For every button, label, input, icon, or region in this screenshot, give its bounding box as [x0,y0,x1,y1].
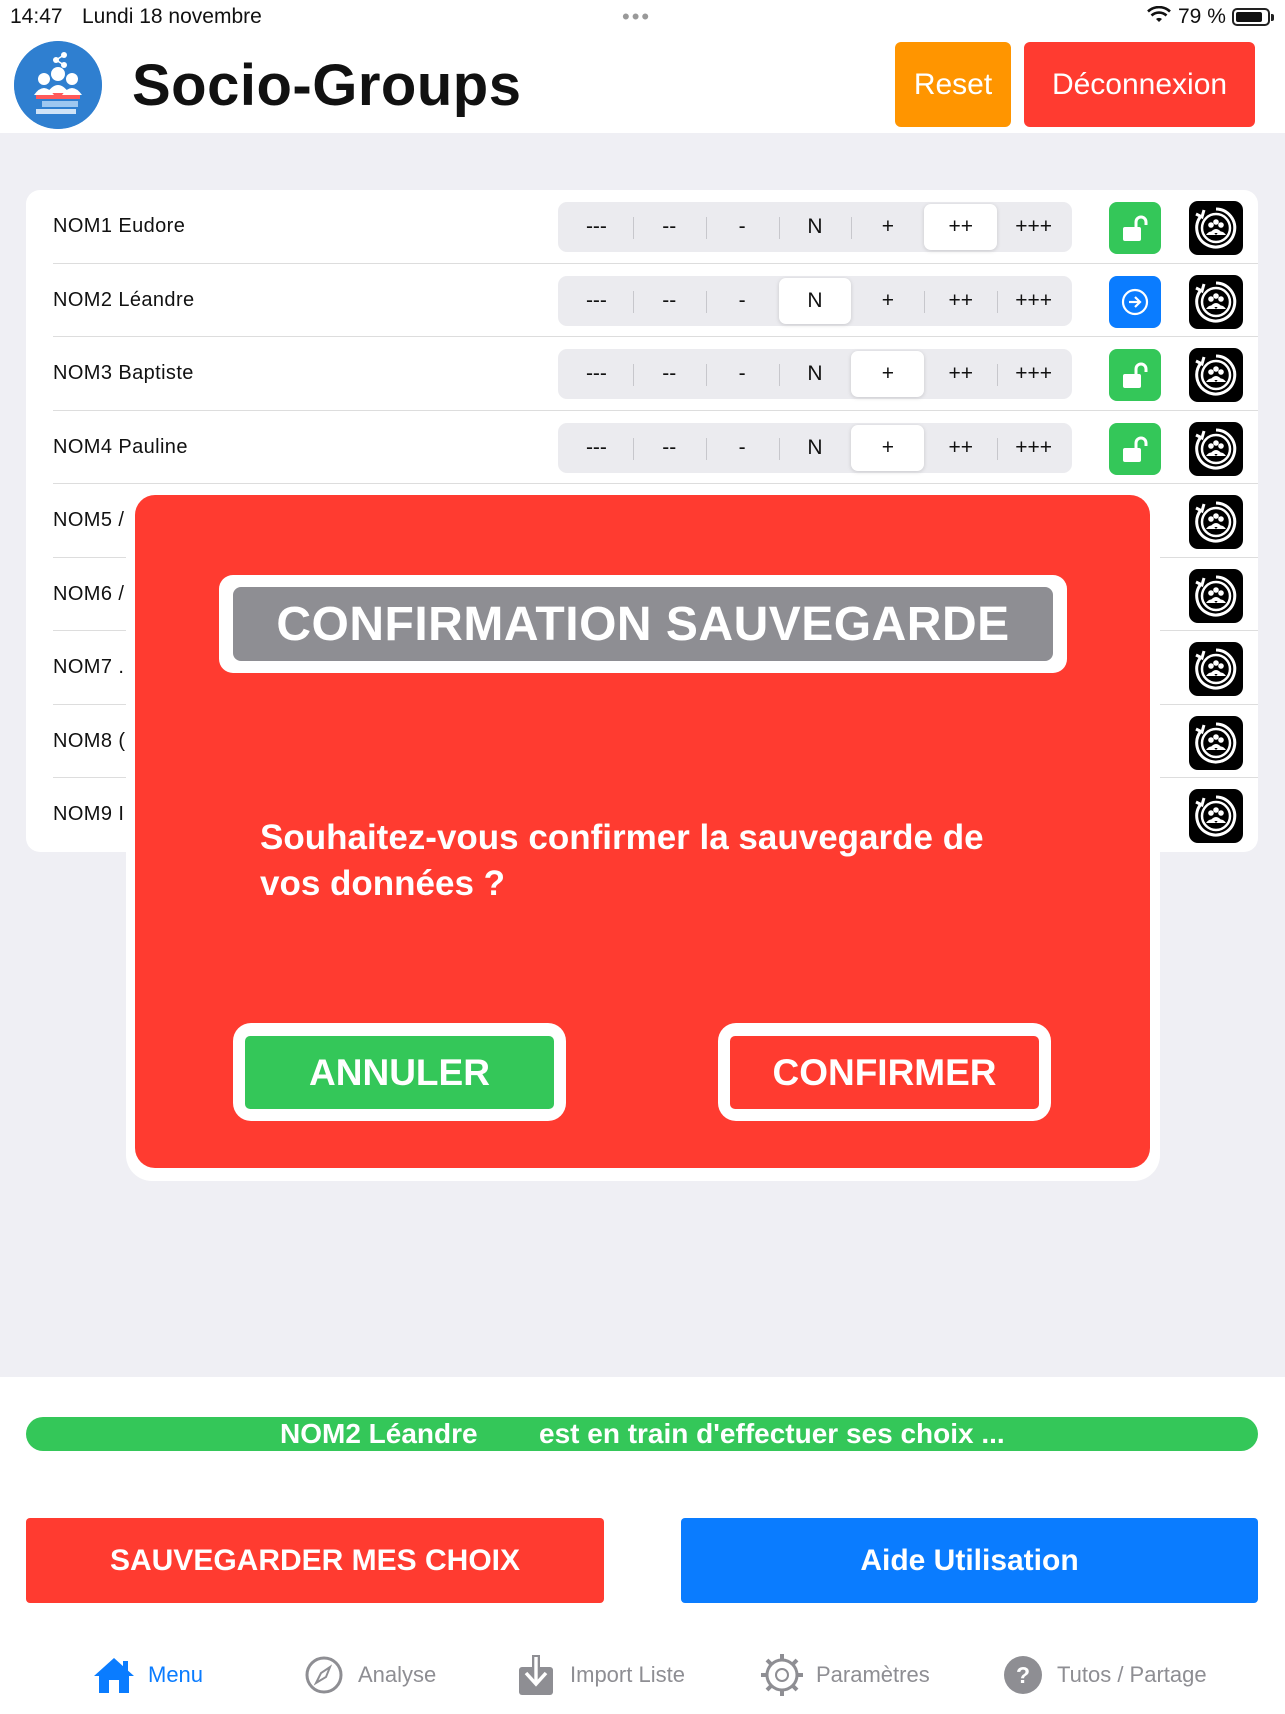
tab-label: Paramètres [816,1662,930,1687]
rating-segmented-control[interactable]: --- -- - N + ++ +++ [558,202,1072,252]
rating-option[interactable]: -- [632,351,706,397]
rating-option[interactable]: + [851,351,925,397]
rating-option[interactable]: - [705,425,779,471]
student-name: NOM9 I [53,803,125,825]
question-icon: ? [1001,1653,1045,1697]
rating-option[interactable]: -- [632,204,706,250]
rating-option[interactable]: N [778,351,852,397]
unlock-icon[interactable] [1109,422,1161,475]
rating-option[interactable]: +++ [997,204,1070,250]
help-button[interactable]: Aide Utilisation [681,1518,1258,1603]
status-bar: 14:47 Lundi 18 novembre ••• 79 % [0,0,1285,34]
rating-option[interactable]: --- [560,351,633,397]
tab-parametres[interactable]: Paramètres [760,1650,930,1700]
student-name: NOM5 / [53,509,125,531]
group-rotate-icon[interactable] [1189,789,1243,843]
student-row: NOM3 Baptiste --- -- - N + ++ +++ [26,337,1258,411]
rating-option[interactable]: +++ [997,425,1070,471]
home-icon [92,1653,136,1697]
reset-button[interactable]: Reset [895,42,1011,127]
confirm-save-dialog: CONFIRMATION SAUVEGARDE Souhaitez-vous c… [135,495,1150,1168]
tab-import-liste[interactable]: Import Liste [514,1650,685,1700]
current-student-name: NOM2 Léandre [280,1418,478,1449]
rating-option[interactable]: +++ [997,351,1070,397]
rating-option[interactable]: -- [632,278,706,324]
rating-option[interactable]: - [705,204,779,250]
tab-label: Menu [148,1662,204,1687]
tab-tutos-partage[interactable]: ? Tutos / Partage [1001,1650,1207,1700]
rating-option[interactable]: + [851,278,924,324]
rating-option[interactable]: --- [560,204,633,250]
group-rotate-icon[interactable] [1189,201,1243,255]
student-row: NOM1 Eudore --- -- - N + ++ +++ [26,190,1258,264]
group-rotate-icon[interactable] [1189,274,1243,329]
unlock-icon[interactable] [1109,202,1161,254]
current-student-banner: NOM2 Léandre est en train d'effectuer se… [26,1417,1258,1451]
student-row: NOM4 Pauline --- -- - N + ++ +++ [26,411,1258,484]
app-title: Socio-Groups [132,53,522,118]
multitask-dots-icon[interactable]: ••• [622,4,651,30]
rating-segmented-control[interactable]: --- -- - N + ++ +++ [558,275,1072,326]
student-name: NOM6 / [53,582,125,605]
current-student-status: est en train d'effectuer ses choix ... [539,1418,1005,1449]
status-time: 14:47 [10,5,63,28]
rating-option[interactable]: + [851,424,925,471]
rating-option[interactable]: - [705,278,779,324]
student-name: NOM1 Eudore [53,215,186,237]
app-logo [14,41,102,129]
group-rotate-icon[interactable] [1189,568,1243,623]
gear-icon [760,1653,804,1697]
group-rotate-icon[interactable] [1189,495,1243,549]
tab-label: Import Liste [570,1662,685,1687]
rating-option[interactable]: + [851,204,924,250]
student-name: NOM7 . [53,656,125,678]
tab-analyse[interactable]: Analyse [302,1650,436,1700]
rating-option[interactable]: N [778,277,852,324]
rating-option[interactable]: --- [560,278,633,324]
group-rotate-icon[interactable] [1189,642,1243,696]
tab-menu[interactable]: Menu [92,1650,203,1700]
compass-icon [302,1653,346,1697]
group-rotate-icon[interactable] [1189,715,1243,770]
student-name: NOM8 ( [53,729,126,752]
battery-icon [1232,8,1274,26]
rating-option[interactable]: N [778,425,852,471]
student-name: NOM2 Léandre [53,288,195,311]
logout-button[interactable]: Déconnexion [1024,42,1255,127]
wifi-icon [1147,6,1171,22]
arrow-right-circle-icon[interactable] [1109,275,1161,328]
rating-option[interactable]: ++ [924,351,997,397]
cancel-button[interactable]: ANNULER [245,1036,554,1109]
modal-message: Souhaitez-vous confirmer la sauvegarde d… [260,818,984,903]
rating-segmented-control[interactable]: --- -- - N + ++ +++ [558,349,1072,399]
download-icon [514,1653,558,1697]
confirm-button[interactable]: CONFIRMER [730,1036,1039,1109]
rating-option[interactable]: +++ [997,278,1070,324]
rating-option[interactable]: ++ [924,425,997,471]
rating-option[interactable]: ++ [924,204,998,250]
group-rotate-icon[interactable] [1189,421,1243,476]
rating-option[interactable]: -- [632,425,706,471]
rating-option[interactable]: N [778,204,852,250]
rating-option[interactable]: --- [560,425,633,471]
student-name: NOM3 Baptiste [53,362,194,384]
svg-text:?: ? [1016,1662,1030,1688]
student-row: NOM2 Léandre --- -- - N + ++ +++ [26,264,1258,337]
tab-label: Analyse [358,1662,437,1687]
tab-label: Tutos / Partage [1057,1662,1207,1687]
group-rotate-icon[interactable] [1189,348,1243,402]
student-name: NOM4 Pauline [53,435,188,458]
battery-percent: 79 % [1178,5,1226,28]
save-choices-button[interactable]: SAUVEGARDER MES CHOIX [26,1518,604,1603]
modal-title: CONFIRMATION SAUVEGARDE [233,587,1053,661]
rating-option[interactable]: - [705,351,779,397]
status-date: Lundi 18 novembre [82,5,262,28]
rating-segmented-control[interactable]: --- -- - N + ++ +++ [558,422,1072,473]
unlock-icon[interactable] [1109,349,1161,401]
rating-option[interactable]: ++ [924,278,997,324]
top-bar: 14:47 Lundi 18 novembre ••• 79 % Socio-G… [0,0,1285,133]
